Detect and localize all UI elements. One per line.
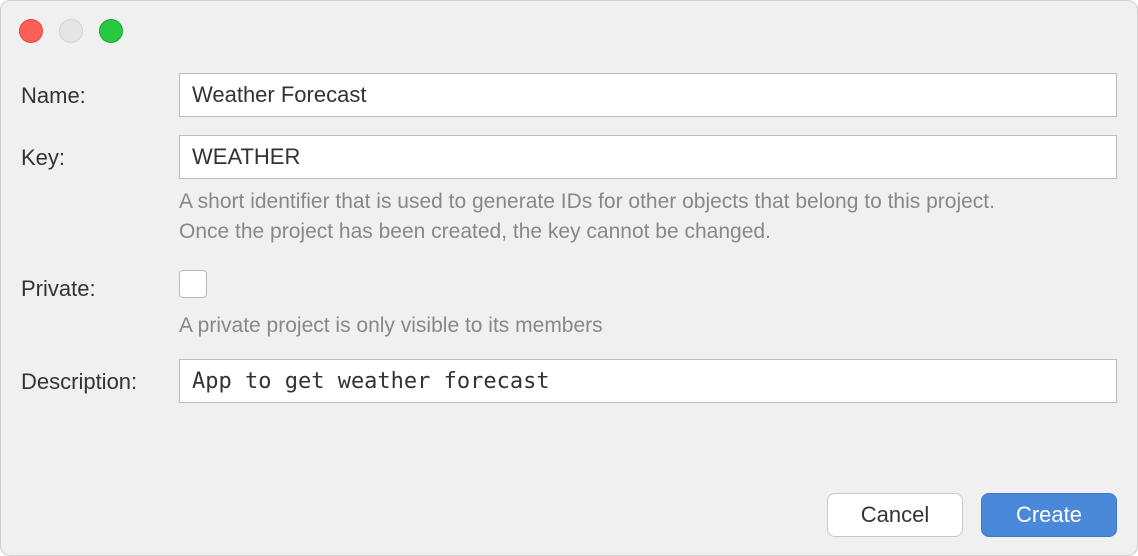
key-help: A short identifier that is used to gener… (179, 187, 1117, 248)
create-button[interactable]: Create (981, 493, 1117, 537)
key-row: Key: A short identifier that is used to … (21, 135, 1117, 248)
maximize-window-button[interactable] (99, 19, 123, 43)
name-label: Name: (21, 73, 179, 109)
private-help: A private project is only visible to its… (179, 311, 1117, 341)
key-label: Key: (21, 135, 179, 171)
description-label: Description: (21, 359, 179, 395)
dialog-buttons: Cancel Create (827, 493, 1117, 537)
window-controls (19, 19, 123, 43)
name-input[interactable] (179, 73, 1117, 117)
minimize-window-button[interactable] (59, 19, 83, 43)
description-row: Description: (21, 359, 1117, 403)
form-content: Name: Key: A short identifier that is us… (21, 73, 1117, 403)
private-label: Private: (21, 266, 179, 302)
close-window-button[interactable] (19, 19, 43, 43)
key-help-line2: Once the project has been created, the k… (179, 220, 771, 243)
cancel-button[interactable]: Cancel (827, 493, 963, 537)
dialog-window: Name: Key: A short identifier that is us… (0, 0, 1138, 556)
description-input[interactable] (179, 359, 1117, 403)
key-help-line1: A short identifier that is used to gener… (179, 190, 995, 213)
private-checkbox[interactable] (179, 270, 207, 298)
name-row: Name: (21, 73, 1117, 117)
key-input[interactable] (179, 135, 1117, 179)
private-row: Private: A private project is only visib… (21, 266, 1117, 341)
